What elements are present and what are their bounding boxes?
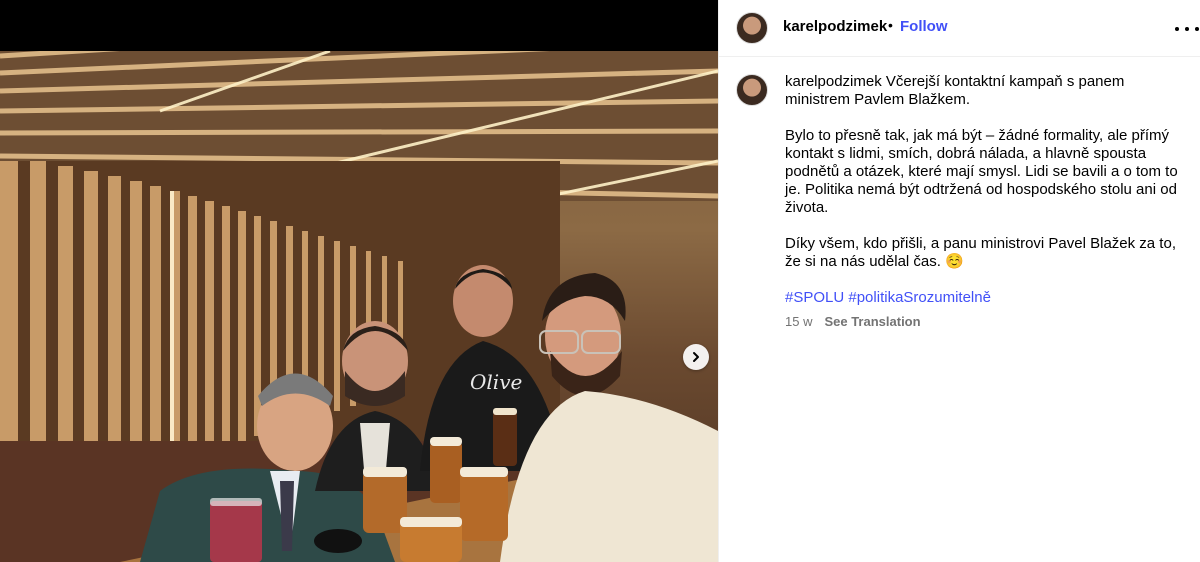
photo-illustration: Olive: [0, 51, 718, 562]
chevron-right-icon: [693, 352, 699, 362]
more-dot: [1185, 27, 1189, 31]
separator-dot: •: [888, 17, 893, 33]
hashtag-link[interactable]: #politikaSrozumitelně: [848, 289, 991, 306]
more-dot: [1195, 27, 1199, 31]
post-caption: karelpodzimek Včerejší kontaktní kampaň …: [785, 73, 1187, 325]
post-photo[interactable]: Olive: [0, 51, 718, 562]
more-dot: [1175, 27, 1179, 31]
author-avatar[interactable]: [736, 12, 768, 44]
post-header: karelpodzimek • Follow: [719, 0, 1200, 57]
caption-paragraph-3: Díky všem, kdo přišli, a panu ministrovi…: [785, 235, 1176, 270]
post-age[interactable]: 15 w: [785, 314, 812, 329]
more-options-button[interactable]: [1175, 19, 1199, 39]
caption-meta: 15 w See Translation: [785, 314, 921, 329]
caption-paragraph-2: Bylo to přesně tak, jak má být – žádné f…: [785, 127, 1178, 216]
next-media-button[interactable]: [683, 344, 709, 370]
post-side-panel: karelpodzimek • Follow karelpodzimek Vče…: [718, 0, 1200, 562]
caption-first-paragraph: karelpodzimek Včerejší kontaktní kampaň …: [785, 73, 1187, 109]
caption-author-avatar[interactable]: [736, 74, 768, 106]
caption-username[interactable]: karelpodzimek: [785, 73, 882, 90]
see-translation-button[interactable]: See Translation: [824, 314, 920, 329]
caption-hashtags: #SPOLU #politikaSrozumitelně: [785, 289, 1187, 307]
follow-button[interactable]: Follow: [900, 18, 948, 35]
svg-text:Olive: Olive: [470, 370, 522, 394]
author-username[interactable]: karelpodzimek: [783, 18, 887, 35]
hashtag-link[interactable]: #SPOLU: [785, 289, 844, 306]
post-media: Olive: [0, 0, 718, 562]
